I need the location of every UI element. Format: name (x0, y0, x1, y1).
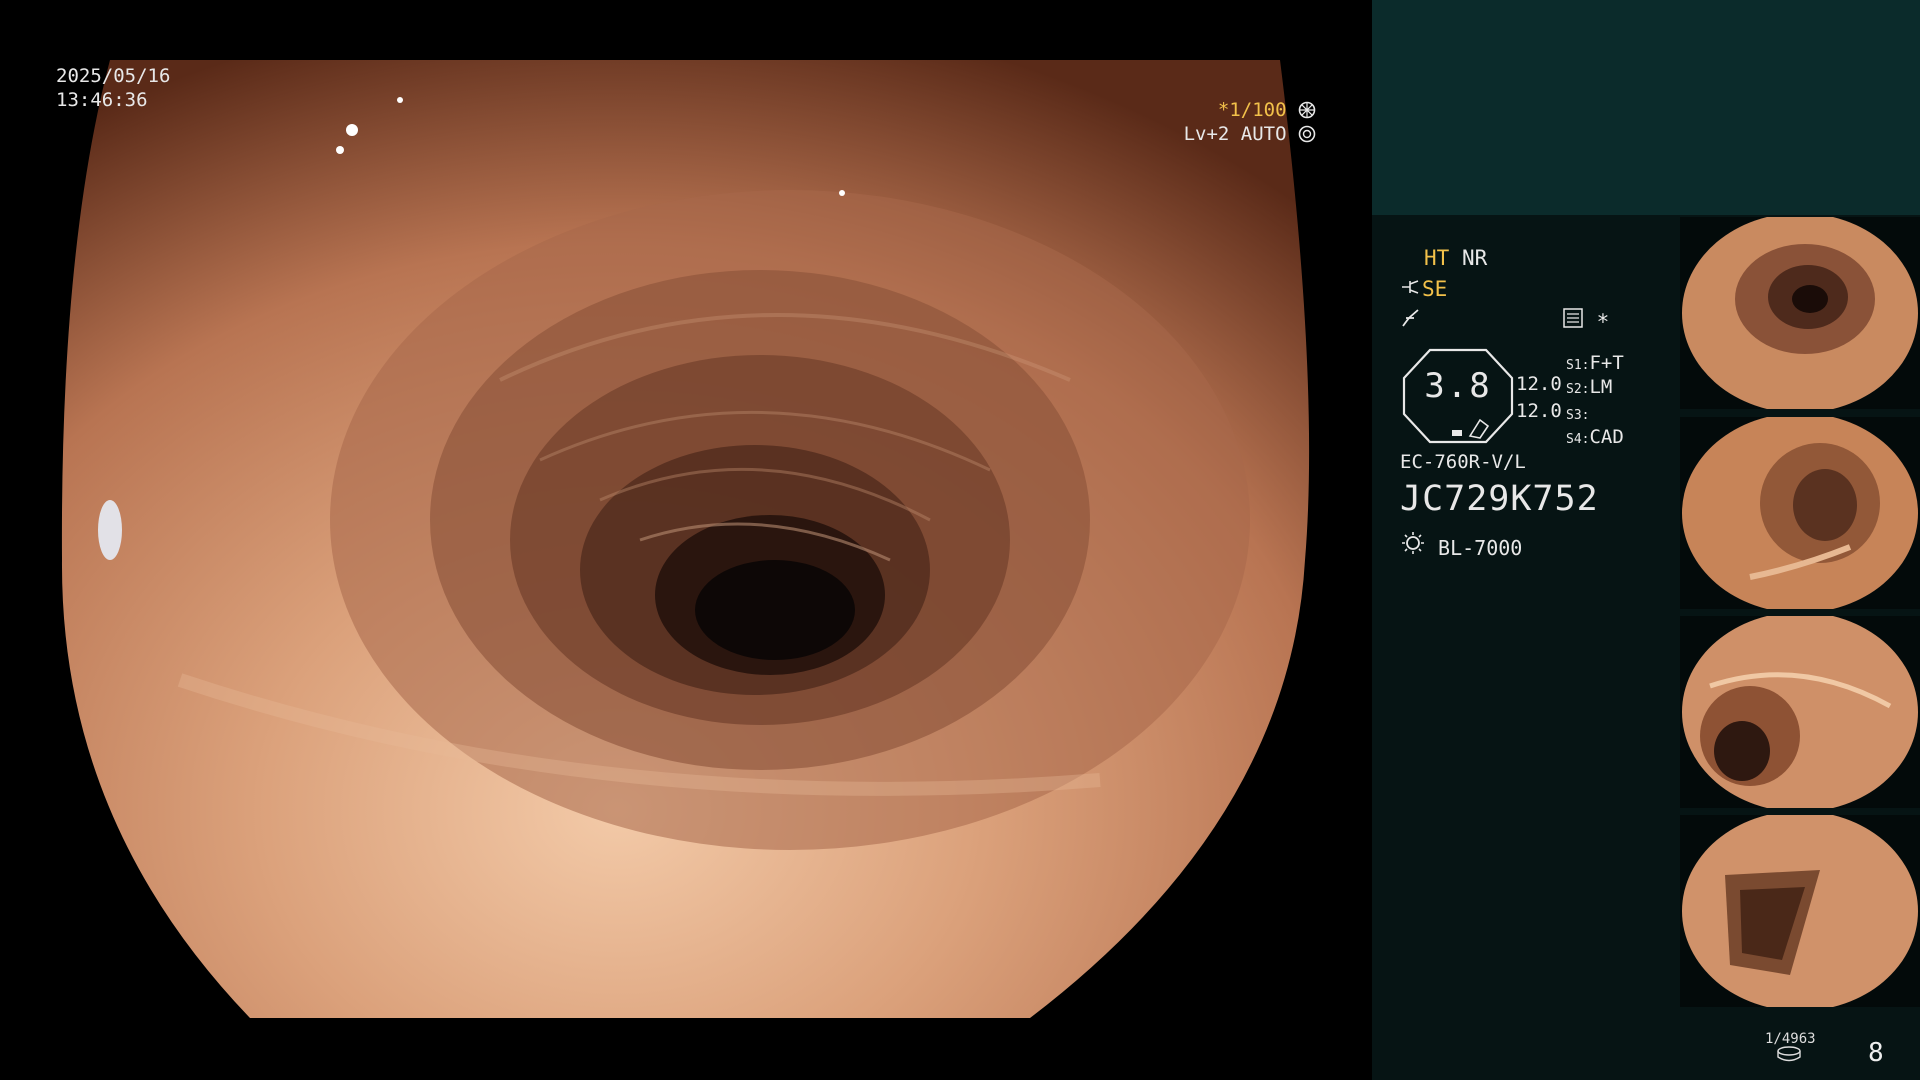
capture-count: 8 (1868, 1038, 1884, 1068)
thumbnail-image (1680, 815, 1920, 1007)
scope-serial-number: JC729K752 (1400, 479, 1599, 519)
iris-icon (1298, 101, 1316, 119)
switch-value: LM (1589, 376, 1613, 398)
shutter-speed: *1/100 (1217, 99, 1287, 121)
switch-s2: S2:LM (1566, 375, 1612, 402)
time-text: 13:46:36 (56, 89, 148, 111)
date-time-display: 2025/05/16 13:46:36 (56, 64, 170, 112)
memory-indicator: * (1562, 307, 1609, 335)
processor-status: HT NR SE * 3.8 12.0 12.0 S1:F+T S2:LM S3… (1372, 215, 1672, 1080)
freeze-icon (1402, 309, 1419, 327)
switch-key: S4: (1566, 432, 1590, 447)
gain-value-2: 12.0 (1516, 400, 1562, 422)
enhancement-modes: HT NR (1424, 245, 1487, 271)
status-panel: HT NR SE * 3.8 12.0 12.0 S1:F+T S2:LM S3… (1372, 0, 1920, 1080)
switch-key: S1: (1566, 358, 1590, 373)
switch-s1: S1:F+T (1566, 351, 1624, 378)
thumbnail-image (1680, 616, 1920, 808)
memory-icon (1563, 308, 1583, 328)
exposure-settings: *1/100 Lv+2 AUTO (1056, 98, 1316, 146)
brightness-value: 3.8 (1424, 366, 1492, 406)
switch-s4: S4:CAD (1566, 425, 1624, 452)
thumbnail-image (1680, 217, 1920, 409)
thumbnail-1[interactable] (1680, 217, 1920, 409)
light-source: BL-7000 (1400, 531, 1522, 561)
structure-enhancement: SE (1400, 276, 1447, 302)
date-text: 2025/05/16 (56, 65, 171, 87)
cable-icon (1402, 280, 1419, 294)
auto-iris-icon (1298, 125, 1316, 143)
thumbnail-image (1680, 417, 1920, 609)
endoscope-live-view: 2025/05/16 13:46:36 *1/100 Lv+2 AUTO (0, 0, 1372, 1080)
captured-images (1668, 215, 1920, 1015)
light-source-model: BL-7000 (1438, 536, 1523, 560)
endoscope-image (61, 60, 1310, 1018)
switch-key: S2: (1566, 382, 1590, 397)
switch-value: CAD (1589, 426, 1624, 448)
thumbnail-2[interactable] (1680, 417, 1920, 609)
scope-model: EC-760R-V/L (1400, 451, 1526, 473)
thumbnail-4[interactable] (1680, 815, 1920, 1007)
panel-header (1372, 0, 1920, 215)
ht-label: HT (1424, 246, 1450, 270)
memory-marker: * (1596, 310, 1610, 334)
capture-icon (1777, 1046, 1801, 1062)
thumbnail-3[interactable] (1680, 616, 1920, 808)
switch-value: F+T (1589, 352, 1624, 374)
se-label: SE (1422, 277, 1448, 301)
image-counter: 1/4963 (1765, 1031, 1816, 1047)
light-source-icon (1402, 532, 1424, 554)
iris-mode: Lv+2 AUTO (1183, 123, 1287, 145)
nr-label: NR (1461, 246, 1488, 270)
switch-s3: S3: (1566, 401, 1589, 428)
switch-key: S3: (1566, 408, 1590, 423)
freeze-indicator (1400, 307, 1422, 335)
gain-value-1: 12.0 (1516, 373, 1562, 395)
